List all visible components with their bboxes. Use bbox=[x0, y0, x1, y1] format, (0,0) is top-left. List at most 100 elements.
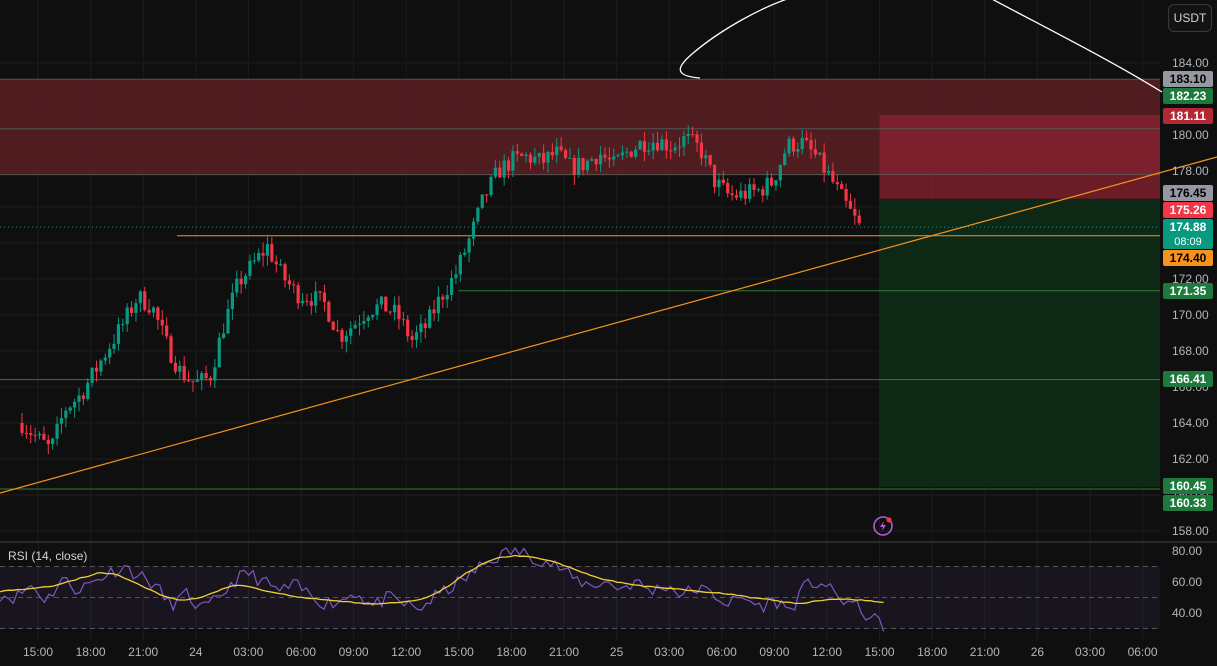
candle-body bbox=[392, 304, 397, 313]
candle-body bbox=[563, 149, 568, 159]
candle-body bbox=[423, 323, 427, 328]
time-axis[interactable]: 15:00 18:00 21:00 24 03:00 06:00 09:00 12:00 15:… bbox=[23, 645, 1158, 659]
candle-body bbox=[546, 152, 550, 163]
time-tick-label: 15:00 bbox=[865, 645, 895, 659]
price-axis[interactable]: 184.00182.00180.00178.00176.00174.00172.… bbox=[1172, 56, 1209, 620]
candle-body bbox=[476, 207, 480, 222]
price-label-text: 160.33 bbox=[1170, 496, 1207, 510]
candle-body bbox=[699, 142, 704, 159]
candle-body bbox=[156, 307, 160, 320]
trading-chart[interactable]: 184.00182.00180.00178.00176.00174.00172.… bbox=[0, 0, 1217, 666]
candle-body bbox=[822, 152, 826, 173]
candle-body bbox=[51, 438, 55, 445]
candle-body bbox=[809, 140, 813, 150]
candle-body bbox=[524, 154, 528, 157]
rsi-tick-label: 80.00 bbox=[1172, 544, 1202, 558]
candle-body bbox=[458, 254, 462, 275]
rsi-pane bbox=[0, 547, 1160, 632]
candle-body bbox=[620, 152, 625, 156]
candle-body bbox=[796, 149, 800, 152]
candle-body bbox=[143, 291, 147, 310]
candle-body bbox=[791, 138, 796, 152]
candle-body bbox=[46, 439, 50, 445]
candle-body bbox=[585, 160, 590, 171]
candle-body bbox=[305, 300, 309, 302]
candle-body bbox=[489, 176, 493, 195]
candle-body bbox=[112, 343, 116, 349]
candle-body bbox=[629, 151, 633, 157]
alert-icon[interactable] bbox=[873, 516, 893, 536]
candle-body bbox=[428, 309, 432, 328]
price-label: 182.23 bbox=[1163, 88, 1213, 104]
candle-body bbox=[673, 147, 677, 151]
candle-body bbox=[537, 153, 541, 157]
time-tick-label: 12:00 bbox=[812, 645, 842, 659]
time-tick-label: 15:00 bbox=[444, 645, 474, 659]
candle-body bbox=[721, 179, 725, 184]
candle-body bbox=[664, 139, 668, 151]
candle-body bbox=[362, 321, 366, 324]
candle-body bbox=[581, 158, 585, 171]
candle-body bbox=[634, 149, 638, 157]
candle-body bbox=[572, 157, 576, 175]
candle-body bbox=[848, 200, 853, 209]
stop-loss-zone bbox=[879, 115, 1160, 199]
candle-body bbox=[397, 304, 401, 320]
price-tick-label: 184.00 bbox=[1172, 56, 1209, 70]
candle-body bbox=[857, 215, 861, 224]
candle-body bbox=[217, 337, 221, 368]
time-tick-label: 26 bbox=[1031, 645, 1045, 659]
currency-button[interactable]: USDT bbox=[1168, 4, 1212, 32]
candle-body bbox=[441, 296, 445, 300]
candle-body bbox=[292, 284, 296, 286]
price-label: 160.45 bbox=[1163, 478, 1213, 494]
candle-body bbox=[257, 252, 261, 261]
candle-body bbox=[147, 309, 151, 313]
rsi-tick-label: 60.00 bbox=[1172, 575, 1202, 589]
price-label-text: 174.40 bbox=[1170, 251, 1207, 265]
candle-body bbox=[765, 177, 769, 196]
candle-body bbox=[160, 319, 164, 326]
time-tick-label: 25 bbox=[610, 645, 624, 659]
candle-body bbox=[371, 315, 375, 318]
price-label-text: 160.45 bbox=[1170, 479, 1207, 493]
candle-body bbox=[222, 333, 226, 338]
candle-body bbox=[616, 155, 620, 157]
candle-body bbox=[331, 321, 335, 331]
candle-body bbox=[669, 150, 673, 152]
candle-body bbox=[419, 323, 423, 333]
candle-body bbox=[743, 190, 747, 199]
candle-body bbox=[384, 296, 388, 312]
candle-body bbox=[208, 378, 213, 381]
candle-body bbox=[603, 154, 607, 158]
candle-body bbox=[787, 138, 791, 154]
time-tick-label: 24 bbox=[189, 645, 203, 659]
candle-body bbox=[555, 146, 559, 156]
candle-body bbox=[550, 152, 554, 156]
price-label-text: 171.35 bbox=[1170, 284, 1207, 298]
candle-body bbox=[327, 301, 331, 322]
candle-body bbox=[708, 155, 712, 165]
countdown-text: 08:09 bbox=[1174, 236, 1202, 248]
candle-body bbox=[129, 307, 134, 313]
candle-body bbox=[134, 303, 138, 313]
candle-body bbox=[77, 395, 81, 402]
candle-body bbox=[169, 336, 173, 363]
price-label: 176.45 bbox=[1163, 185, 1213, 201]
candle-body bbox=[638, 141, 642, 150]
candle-body bbox=[445, 294, 449, 300]
candle-body bbox=[248, 260, 252, 276]
candle-body bbox=[686, 133, 690, 137]
candle-body bbox=[493, 167, 497, 177]
time-tick-label: 18:00 bbox=[76, 645, 106, 659]
candle-body bbox=[401, 319, 405, 321]
candle-body bbox=[594, 159, 598, 165]
candle-body bbox=[173, 362, 178, 372]
candle-body bbox=[642, 141, 647, 152]
candle-body bbox=[29, 433, 33, 436]
candle-body bbox=[704, 155, 708, 159]
time-tick-label: 06:00 bbox=[1128, 645, 1158, 659]
rsi-indicator-label[interactable]: RSI (14, close) bbox=[8, 549, 87, 563]
price-label: 175.26 bbox=[1163, 202, 1213, 218]
candle-body bbox=[467, 238, 471, 253]
